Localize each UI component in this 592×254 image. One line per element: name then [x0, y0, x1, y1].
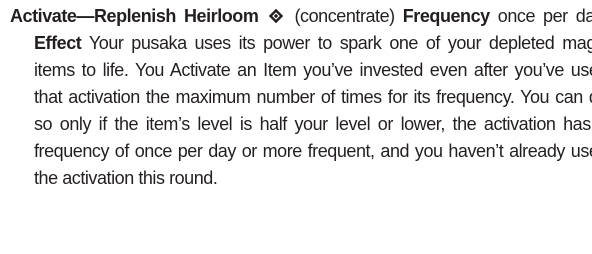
- ability-name: Activate—Replenish Heirloom: [10, 6, 259, 26]
- effect-label: Effect: [34, 33, 82, 53]
- effect-text: Your pusaka uses its power to spark one …: [34, 33, 592, 188]
- ability-entry: Activate—Replenish Heirloom (concentrate…: [10, 3, 592, 192]
- frequency-value: once per day;: [497, 6, 592, 26]
- single-action-icon: [268, 8, 284, 24]
- frequency-label: Frequency: [402, 6, 490, 26]
- ability-traits: (concentrate): [294, 6, 396, 26]
